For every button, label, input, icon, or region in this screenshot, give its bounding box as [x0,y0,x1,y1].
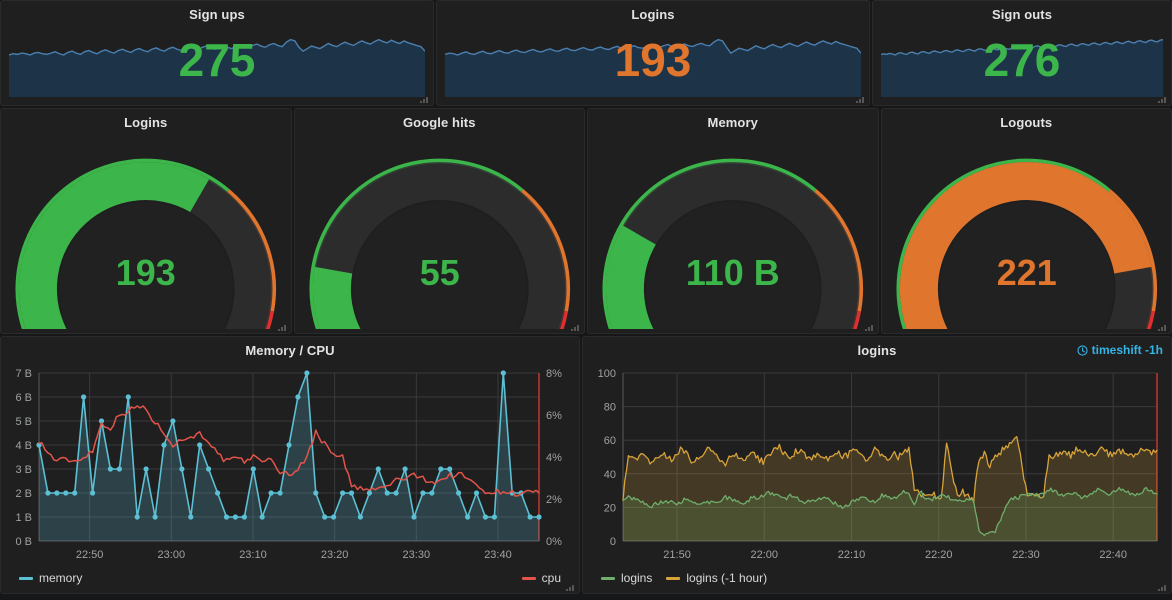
svg-text:8%: 8% [546,368,562,380]
svg-text:22:30: 22:30 [1012,549,1040,561]
legend-swatch-logins [601,577,615,580]
svg-text:100: 100 [598,368,616,380]
svg-text:6 B: 6 B [15,392,32,404]
legend-swatch-cpu [522,577,536,580]
graph-row: Memory / CPU 0 B 1 B 2 B 3 B 4 B 5 B 6 B 7 B 0% 2… [0,336,1172,594]
svg-text:60: 60 [604,435,616,447]
gauge: 110 B [588,129,878,329]
svg-text:22:10: 22:10 [838,549,866,561]
panel-resize-handle[interactable] [865,323,875,331]
legend-item-logins[interactable]: logins [601,571,652,585]
panel-resize-handle[interactable] [420,95,430,103]
panel-stat-sign-outs[interactable]: Sign outs 276 [872,0,1172,106]
svg-text:23:40: 23:40 [484,549,512,561]
legend-swatch-logins-shifted [666,577,680,580]
panel-gauge-memory[interactable]: Memory 110 B [587,108,879,334]
panel-gauge-google-hits[interactable]: Google hits 55 [294,108,586,334]
panel-resize-handle[interactable] [1158,583,1168,591]
legend-item-logins-shifted[interactable]: logins (-1 hour) [666,571,767,585]
svg-text:22:40: 22:40 [1099,549,1127,561]
panel-title-stat: Sign outs [873,1,1171,22]
legend-label-logins: logins [621,571,652,585]
svg-text:4%: 4% [546,452,562,464]
gauge: 55 [295,129,585,329]
gauge: 221 [882,129,1172,329]
stat-value: 193 [437,35,869,85]
panel-title-stat: Sign ups [1,1,433,22]
svg-text:23:30: 23:30 [403,549,431,561]
svg-text:22:00: 22:00 [751,549,779,561]
gauge: 193 [1,129,291,329]
panel-resize-handle[interactable] [1158,95,1168,103]
panel-resize-handle[interactable] [278,323,288,331]
svg-text:80: 80 [604,402,616,414]
panel-resize-handle[interactable] [571,323,581,331]
panel-logins-graph[interactable]: logins timeshift -1h 0 20 40 60 80 100 21:50 22… [582,336,1172,594]
panel-title-stat: Logins [437,1,869,22]
svg-text:2 B: 2 B [15,488,32,500]
svg-text:1 B: 1 B [15,512,32,524]
legend-swatch-memory [19,577,33,580]
svg-text:0: 0 [610,536,616,548]
panel-gauge-logouts[interactable]: Logouts 221 [881,108,1172,334]
legend-label-cpu: cpu [542,571,561,585]
svg-text:6%: 6% [546,410,562,422]
panel-stat-logins[interactable]: Logins 193 [436,0,870,106]
gauge-value: 221 [996,252,1056,293]
panel-resize-handle[interactable] [566,583,576,591]
gauge-row: Logins 193 Google hits 55 Memory 110 B Logouts… [0,108,1172,334]
stat-value: 276 [873,35,1171,85]
svg-text:23:20: 23:20 [321,549,349,561]
svg-text:2%: 2% [546,494,562,506]
legend-item-memory[interactable]: memory [19,571,82,585]
clock-icon [1077,345,1088,356]
timeshift-label: timeshift -1h [1092,343,1163,357]
logins-plot[interactable]: 0 20 40 60 80 100 21:50 22:00 22:10 22:20 22:30 22:… [583,359,1171,593]
svg-text:5 B: 5 B [15,416,32,428]
panel-title-gauge: Logins [1,109,291,130]
svg-text:22:50: 22:50 [76,549,104,561]
svg-text:22:20: 22:20 [925,549,953,561]
svg-text:23:10: 23:10 [239,549,267,561]
legend-item-cpu[interactable]: cpu [522,571,561,585]
svg-text:40: 40 [604,469,616,481]
panel-memory-cpu[interactable]: Memory / CPU 0 B 1 B 2 B 3 B 4 B 5 B 6 B 7 B 0% 2… [0,336,580,594]
legend-label-logins-shifted: logins (-1 hour) [686,571,767,585]
svg-text:21:50: 21:50 [663,549,691,561]
panel-title-memory-cpu: Memory / CPU [1,337,579,358]
svg-text:7 B: 7 B [15,368,32,380]
panel-gauge-logins[interactable]: Logins 193 [0,108,292,334]
svg-text:4 B: 4 B [15,440,32,452]
gauge-value: 193 [116,252,176,293]
svg-text:0%: 0% [546,536,562,548]
svg-text:3 B: 3 B [15,464,32,476]
grafana-dashboard: Sign ups275Logins193Sign outs276 Logins1… [0,0,1172,600]
timeshift-badge[interactable]: timeshift -1h [1077,343,1163,357]
legend-label-memory: memory [39,571,82,585]
svg-text:20: 20 [604,502,616,514]
stat-row: Sign ups 275Logins 193Sign outs 276 [0,0,1172,106]
panel-title-gauge: Google hits [295,109,585,130]
panel-title-gauge: Memory [588,109,878,130]
gauge-value: 55 [419,252,459,293]
panel-title-gauge: Logouts [882,109,1172,130]
svg-text:0 B: 0 B [15,536,32,548]
logins-legend: logins logins (-1 hour) [583,569,1171,587]
stat-value: 275 [1,35,433,85]
panel-resize-handle[interactable] [1158,323,1168,331]
panel-stat-sign-ups[interactable]: Sign ups 275 [0,0,434,106]
gauge-value: 110 B [686,252,780,293]
memory-cpu-legend: memory cpu [1,569,579,587]
memory-cpu-plot[interactable]: 0 B 1 B 2 B 3 B 4 B 5 B 6 B 7 B 0% 2% 4% 6% 8% 22:50 2… [1,359,579,593]
svg-text:23:00: 23:00 [158,549,186,561]
panel-resize-handle[interactable] [856,95,866,103]
